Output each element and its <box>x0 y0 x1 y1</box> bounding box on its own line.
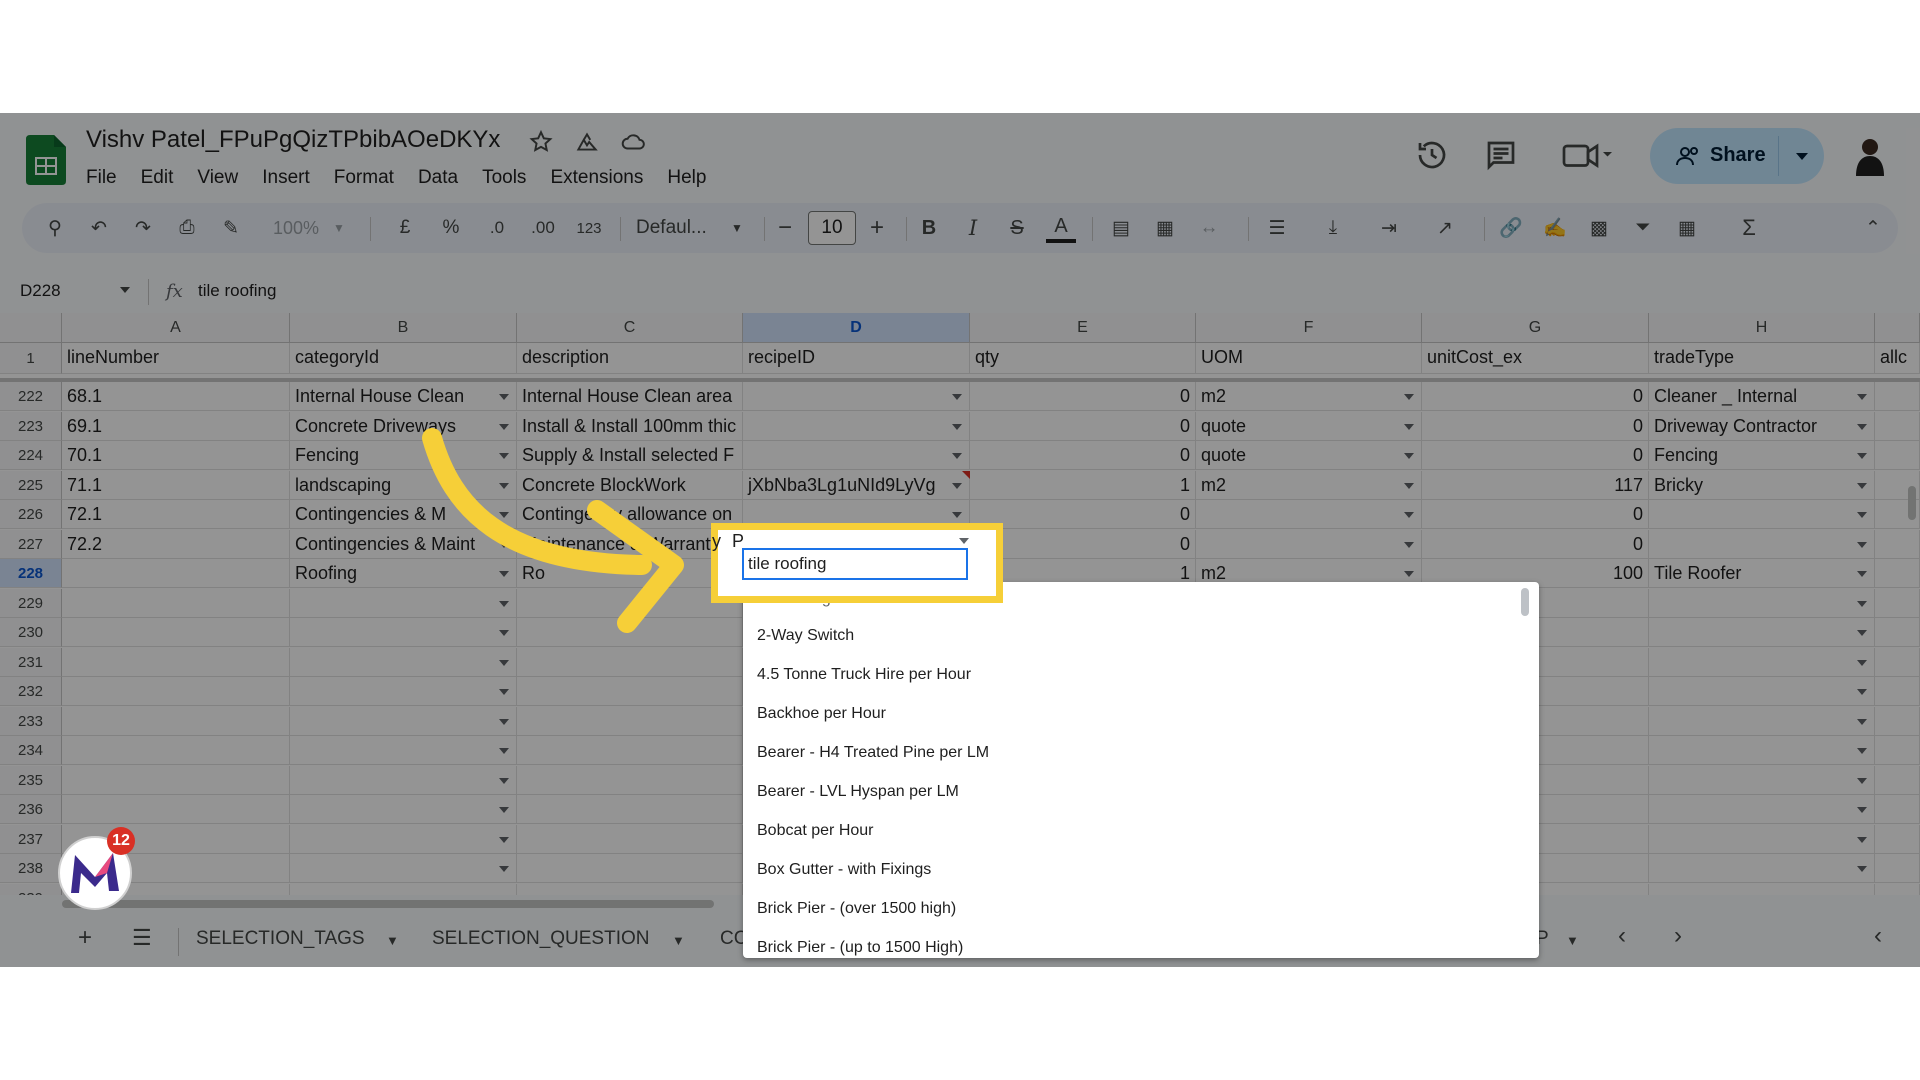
dropdown-option[interactable]: Box Gutter - with Fixings <box>757 861 931 879</box>
dropdown-scrollbar[interactable] <box>1521 588 1529 616</box>
cell-dropdown-chevron-icon[interactable] <box>959 538 969 544</box>
cell-editor-input[interactable]: tile roofing <box>742 548 968 580</box>
dropdown-option[interactable]: 4.5 Tonne Truck Hire per Hour <box>757 666 971 684</box>
tutorial-arrow <box>422 428 684 633</box>
notification-count-badge: 12 <box>107 827 135 855</box>
dropdown-option[interactable]: Bearer - LVL Hyspan per LM <box>757 783 959 801</box>
dropdown-option[interactable]: Backhoe per Hour <box>757 705 886 723</box>
recipe-id-dropdown: tile roofing 2-Way Switch 4.5 Tonne Truc… <box>743 582 1539 958</box>
spreadsheet-app: Vishv Patel_FPuPgQizTPbibAOeDKYx File Ed… <box>0 113 1920 967</box>
cell-overflow-text: y <box>712 531 721 551</box>
dropdown-option[interactable]: Brick Pier - (over 1500 high) <box>757 900 956 918</box>
dropdown-option[interactable]: Bobcat per Hour <box>757 822 874 840</box>
extension-badge-button[interactable]: 12 <box>55 827 135 911</box>
dropdown-option[interactable]: Bearer - H4 Treated Pine per LM <box>757 744 989 762</box>
dropdown-option[interactable]: Brick Pier - (up to 1500 High) <box>757 939 963 957</box>
dropdown-option[interactable]: 2-Way Switch <box>757 627 854 645</box>
